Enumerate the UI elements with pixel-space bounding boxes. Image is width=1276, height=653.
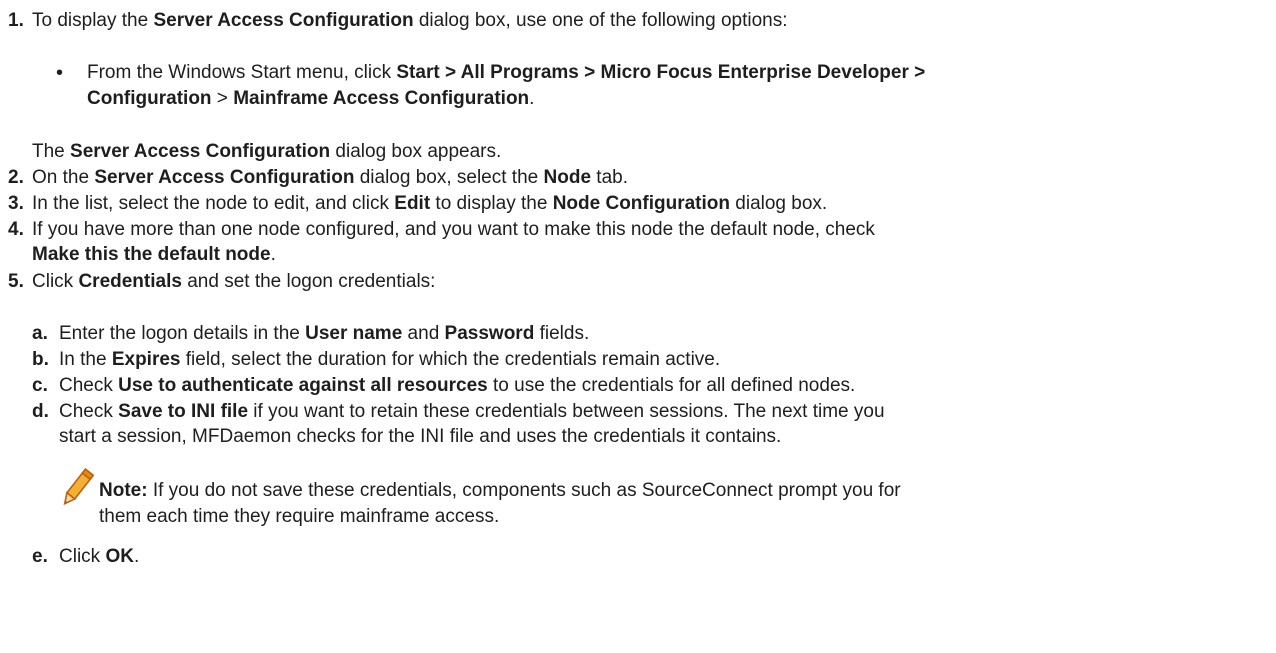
step-3-text: In the list, select the node to edit, an… xyxy=(32,193,828,214)
ui-term: Credentials xyxy=(78,271,182,292)
ui-term: Password xyxy=(444,323,535,344)
step-2-text: On the Server Access Configuration dialo… xyxy=(32,167,628,188)
substep-d-text-line-1: Check Save to INI file if you want to re… xyxy=(59,401,885,422)
bullet-marker: • xyxy=(56,62,64,84)
menu-path: Mainframe Access Configuration xyxy=(233,88,530,109)
step-1-text: To display the Server Access Configurati… xyxy=(32,10,788,31)
step-number: 4. xyxy=(8,219,24,240)
step-4-text-line-2: Make this the default node. xyxy=(32,244,276,265)
step-5-text: Click Credentials and set the logon cred… xyxy=(32,271,436,292)
ui-term: Use to authenticate against all resource… xyxy=(118,375,488,396)
bullet-text-line-1: From the Windows Start menu, click Start… xyxy=(87,62,926,83)
note-text-line-1: Note: If you do not save these credentia… xyxy=(99,480,901,501)
ui-term: Server Access Configuration xyxy=(70,141,331,162)
ui-term: Save to INI file xyxy=(118,401,249,422)
ui-term: OK xyxy=(105,546,134,567)
menu-path: Configuration xyxy=(87,88,212,109)
note-label: Note: xyxy=(99,480,148,501)
substep-letter: e. xyxy=(32,546,48,567)
substep-e-text: Click OK. xyxy=(59,546,140,567)
ui-term: Server Access Configuration xyxy=(153,10,414,31)
bullet-text-line-2: Configuration > Mainframe Access Configu… xyxy=(87,88,535,109)
step-number: 3. xyxy=(8,193,24,214)
substep-b-text: In the Expires field, select the duratio… xyxy=(59,349,721,370)
substep-letter: c. xyxy=(32,375,48,396)
substep-letter: b. xyxy=(32,349,49,370)
substep-c-text: Check Use to authenticate against all re… xyxy=(59,375,856,396)
substep-a-text: Enter the logon details in the User name… xyxy=(59,323,590,344)
step-1-result: The Server Access Configuration dialog b… xyxy=(32,141,502,162)
ui-term: User name xyxy=(305,323,403,344)
step-number: 5. xyxy=(8,271,24,292)
menu-path: Start > All Programs > Micro Focus Enter… xyxy=(396,62,926,83)
ui-term: Node xyxy=(543,167,592,188)
ui-term: Expires xyxy=(111,349,181,370)
substep-d-text-line-2: start a session, MFDaemon checks for the… xyxy=(59,426,782,447)
ui-term: Server Access Configuration xyxy=(94,167,355,188)
substep-letter: d. xyxy=(32,401,49,422)
step-number: 2. xyxy=(8,167,24,188)
step-number: 1. xyxy=(8,10,24,31)
note-text-line-2: them each time they require mainframe ac… xyxy=(99,506,500,527)
ui-term: Edit xyxy=(394,193,431,214)
ui-term: Make this the default node xyxy=(32,244,271,265)
step-4-text-line-1: If you have more than one node configure… xyxy=(32,219,875,240)
substep-letter: a. xyxy=(32,323,48,344)
ui-term: Node Configuration xyxy=(552,193,730,214)
pencil-icon xyxy=(60,466,95,517)
